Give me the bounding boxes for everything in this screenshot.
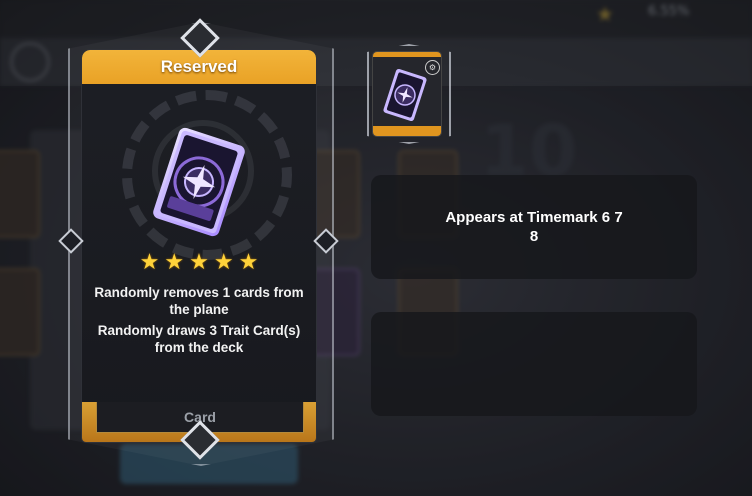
star-icon: ★ — [238, 250, 259, 275]
timemark-line: Appears at Timemark 6 7 — [445, 209, 623, 226]
description-line: Randomly draws 3 Trait Card(s) from the … — [97, 323, 301, 355]
timemark-text: Appears at Timemark 6 7 8 — [371, 208, 697, 246]
timemark-line: 8 — [529, 228, 539, 245]
star-icon: ★ — [213, 250, 234, 275]
star-rating: ★ ★ ★ ★ ★ — [82, 251, 316, 275]
thumbnail-art-icon — [383, 68, 427, 122]
card-art-icon — [153, 127, 245, 237]
top-percentage: 6.55% — [648, 4, 690, 19]
star-icon: ★ — [189, 250, 209, 275]
background-circle-icon — [10, 42, 50, 82]
top-bar — [0, 0, 752, 38]
thumbnail-corner-icon: ⚙ — [425, 60, 440, 75]
thumbnail-card-icon[interactable]: ⚙ — [373, 52, 441, 136]
top-star-icon: ★ — [596, 2, 614, 26]
reserved-card[interactable]: Reserved ★ ★ ★ ★ ★ Randomly removes 1 cards … — [82, 50, 316, 442]
card-description: Randomly removes 1 cards from the plane … — [90, 284, 308, 360]
description-line: Randomly removes 1 cards from the plane — [94, 285, 304, 317]
thumbnail-top-bar — [373, 52, 441, 57]
info-panel-empty — [371, 312, 697, 416]
info-panel-timemark: Appears at Timemark 6 7 8 — [371, 175, 697, 279]
star-icon: ★ — [164, 250, 185, 275]
thumbnail-bottom-bar — [373, 126, 441, 136]
star-icon: ★ — [139, 250, 160, 275]
